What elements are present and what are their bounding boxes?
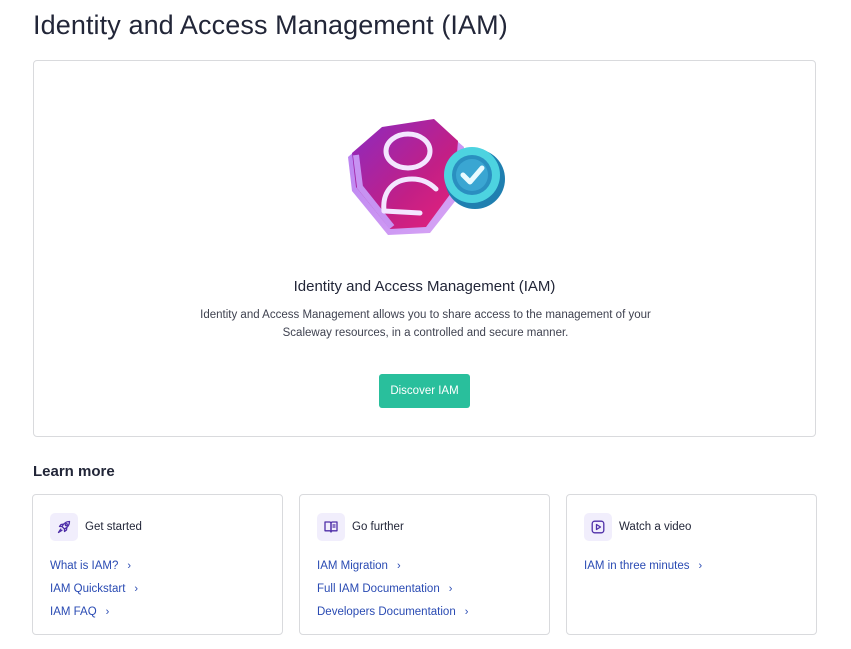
card-title: Watch a video [619,521,692,533]
go-further-card: Go further IAM Migration › Full IAM Docum… [299,494,550,635]
chevron-right-icon: › [134,582,139,595]
chevron-right-icon: › [127,559,132,572]
hero-description: Identity and Access Management allows yo… [200,309,651,339]
hero-title: Identity and Access Management (IAM) [293,278,556,295]
page-title: Identity and Access Management (IAM) [33,10,508,40]
chevron-right-icon: › [464,605,469,618]
chevron-right-icon: › [448,582,453,595]
card-links: IAM Migration › Full IAM Documentation › D… [317,554,468,623]
link-iam-quickstart[interactable]: IAM Quickstart › [50,577,138,600]
iam-hero-card: Identity and Access Management (IAM) Ide… [33,60,816,437]
link-developers-documentation[interactable]: Developers Documentation › [317,600,468,623]
chevron-right-icon: › [105,605,110,618]
chevron-right-icon: › [396,559,401,572]
watch-video-card: Watch a video IAM in three minutes › [566,494,817,635]
card-title: Go further [352,521,404,533]
play-icon [584,513,612,541]
link-iam-faq[interactable]: IAM FAQ › [50,600,138,623]
shield-user-check-illustration [348,119,505,235]
card-links: What is IAM? › IAM Quickstart › IAM FAQ › [50,554,138,623]
card-title: Get started [85,521,142,533]
link-iam-in-three-minutes[interactable]: IAM in three minutes › [584,554,702,577]
card-header: Watch a video [584,513,691,541]
link-iam-migration[interactable]: IAM Migration › [317,554,468,577]
learn-more-heading: Learn more [33,463,115,480]
link-what-is-iam[interactable]: What is IAM? › [50,554,138,577]
rocket-icon [50,513,78,541]
get-started-card: Get started What is IAM? › IAM Quickstart… [32,494,283,635]
card-links: IAM in three minutes › [584,554,702,577]
link-full-iam-documentation[interactable]: Full IAM Documentation › [317,577,468,600]
book-icon [317,513,345,541]
chevron-right-icon: › [698,559,703,572]
card-header: Go further [317,513,404,541]
card-header: Get started [50,513,142,541]
discover-iam-button[interactable]: Discover IAM [379,374,470,408]
